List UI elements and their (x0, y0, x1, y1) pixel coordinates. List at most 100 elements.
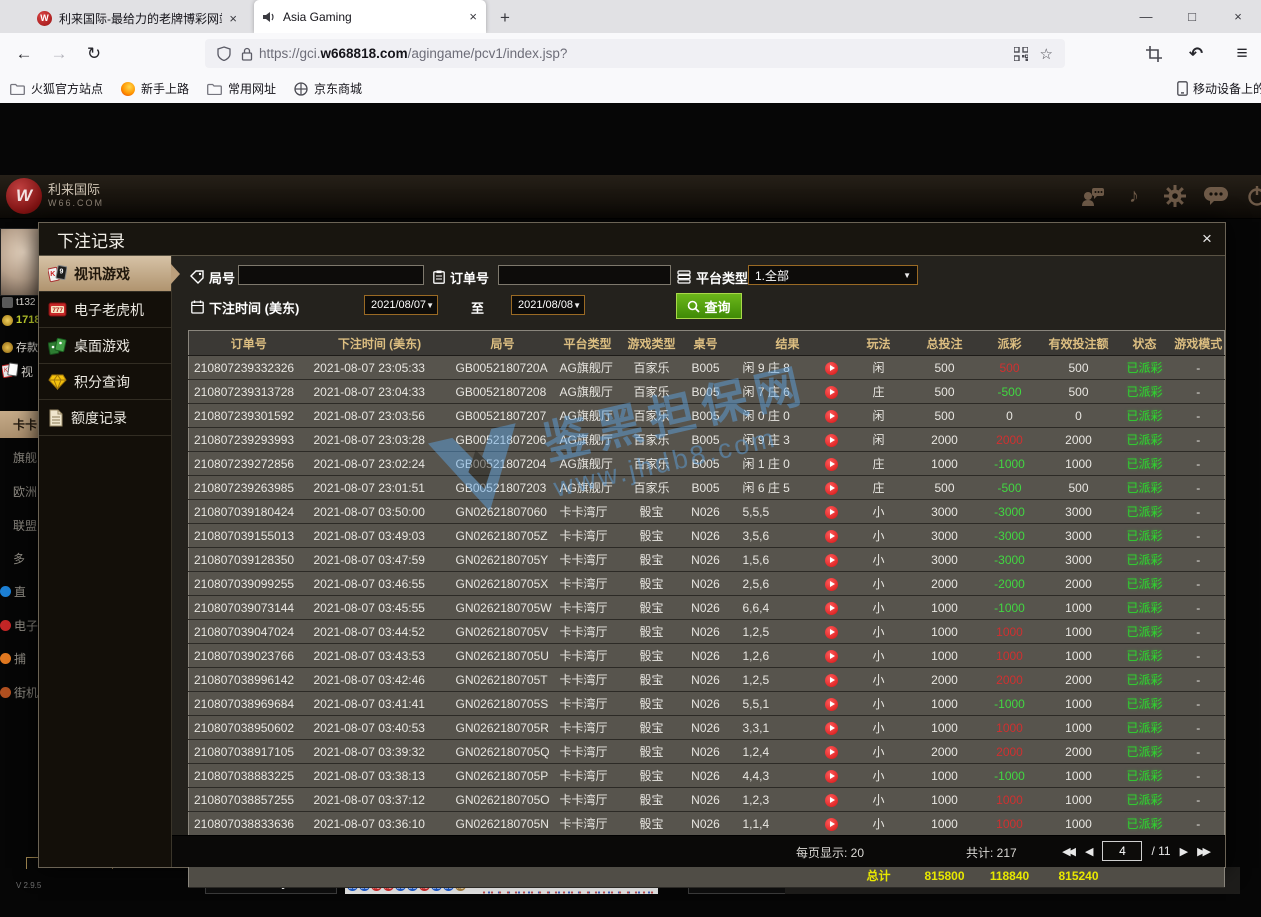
sidebar-item-highlight[interactable]: 卡卡 (0, 411, 38, 438)
qr-code-icon[interactable] (1014, 47, 1028, 61)
lock-icon[interactable] (241, 47, 253, 61)
sidebar-item-4[interactable]: 多 (0, 550, 38, 567)
menu-item-1[interactable]: K9视讯游戏 (39, 256, 171, 292)
video-category-row[interactable]: K 视 (2, 362, 33, 380)
replay-play-icon[interactable] (825, 410, 838, 423)
menu-item-2[interactable]: 777电子老虎机 (39, 292, 171, 328)
url-text[interactable]: https://gci.w668818.com/agingame/pcv1/in… (259, 46, 1014, 61)
page-number-input[interactable] (1102, 841, 1142, 861)
replay-play-icon[interactable] (825, 626, 838, 639)
search-button[interactable]: 查询 (676, 293, 742, 319)
user-avatar[interactable] (0, 228, 40, 296)
replay-play-icon[interactable] (825, 770, 838, 783)
table-games-icon (48, 337, 67, 355)
replay-play-icon[interactable] (825, 674, 838, 687)
tab-close-icon[interactable]: × (229, 11, 237, 26)
first-page-button[interactable]: ◀◀ (1062, 845, 1076, 858)
table-row: 2108070390470242021-08-07 03:44:52GN0262… (189, 620, 1225, 644)
cell-round: GN0262180705T (451, 668, 555, 692)
cell-result: 1,2,3 (729, 788, 817, 812)
menu-item-3[interactable]: 桌面游戏 (39, 328, 171, 364)
replay-play-icon[interactable] (825, 482, 838, 495)
replay-play-icon[interactable] (825, 386, 838, 399)
column-header: 平台类型 (555, 331, 621, 356)
replay-play-icon[interactable] (825, 746, 838, 759)
cell-game: 百家乐 (621, 356, 683, 380)
sidebar-item-7[interactable]: 捕 (0, 650, 38, 667)
cell-order: 210807039023766 (189, 644, 309, 668)
hamburger-menu-icon[interactable]: ≡ (1228, 33, 1256, 74)
cell-status: 已派彩 (1117, 524, 1173, 548)
column-header: 结果 (729, 331, 847, 356)
bookmark-item-3[interactable]: 常用网址 (207, 80, 276, 97)
cell-round: GN02621807060 (451, 500, 555, 524)
cell-result: 3,3,1 (729, 716, 817, 740)
mobile-bookmarks[interactable]: 移动设备上的书签 (1177, 80, 1261, 97)
replay-play-icon[interactable] (825, 794, 838, 807)
cell-total-bet: 1000 (911, 716, 979, 740)
replay-play-icon[interactable] (825, 722, 838, 735)
reload-button[interactable]: ↻ (80, 33, 108, 74)
replay-play-icon[interactable] (825, 650, 838, 663)
menu-item-5[interactable]: 额度记录 (39, 400, 171, 436)
customer-service-icon[interactable] (1081, 184, 1105, 208)
sidebar-item-5[interactable]: 直 (0, 583, 38, 600)
cell-valid-bet: 3000 (1041, 500, 1117, 524)
forward-button[interactable]: → (45, 33, 73, 74)
bookmark-item-4[interactable]: 京东商城 (294, 80, 362, 97)
replay-play-icon[interactable] (825, 434, 838, 447)
platform-select[interactable]: 1.全部 ▼ (748, 265, 918, 285)
music-icon[interactable]: ♪ (1122, 184, 1146, 208)
sidebar-item-8[interactable]: 街机 (0, 684, 38, 701)
replay-play-icon[interactable] (825, 506, 838, 519)
cell-status: 已派彩 (1117, 644, 1173, 668)
cell-total-bet: 1000 (911, 764, 979, 788)
cell-game: 骰宝 (621, 692, 683, 716)
replay-play-icon[interactable] (825, 698, 838, 711)
history-undo-icon[interactable]: ↶ (1182, 33, 1210, 74)
sidebar-item-3[interactable]: 联盟 (0, 517, 38, 534)
shield-icon[interactable] (217, 46, 231, 61)
sidebar-item-6[interactable]: 电子 (0, 617, 38, 634)
bookmark-item-1[interactable]: 火狐官方站点 (10, 80, 103, 97)
replay-play-icon[interactable] (825, 530, 838, 543)
minimize-button[interactable]: — (1123, 9, 1169, 24)
cell-table: N026 (683, 740, 729, 764)
replay-play-icon[interactable] (825, 458, 838, 471)
date-from-select[interactable]: 2021/08/07 ▼ (364, 295, 438, 315)
prev-page-button[interactable]: ◀ (1085, 845, 1093, 858)
last-page-button[interactable]: ▶▶ (1197, 845, 1211, 858)
replay-play-icon[interactable] (825, 554, 838, 567)
chat-icon[interactable] (1204, 184, 1228, 208)
replay-play-icon[interactable] (825, 362, 838, 375)
cell-table: N026 (683, 548, 729, 572)
order-number-input[interactable] (498, 265, 671, 285)
sidebar-item-2[interactable]: 欧洲 (0, 483, 38, 500)
bookmark-star-icon[interactable]: ☆ (1040, 45, 1053, 63)
phone-icon (1177, 81, 1188, 96)
date-to-select[interactable]: 2021/08/08 ▼ (511, 295, 585, 315)
tab-lilai[interactable]: W 利来国际-最给力的老牌博彩网站 × (28, 3, 246, 33)
deposit-row[interactable]: 存款 (2, 339, 38, 355)
cell-total-bet: 3000 (911, 500, 979, 524)
screenshot-crop-icon[interactable] (1140, 33, 1168, 74)
tab-close-icon[interactable]: × (469, 9, 477, 24)
modal-close-icon[interactable]: × (1189, 229, 1225, 249)
round-number-input[interactable] (238, 265, 424, 285)
replay-play-icon[interactable] (825, 602, 838, 615)
bookmark-item-2[interactable]: 新手上路 (121, 80, 189, 97)
sidebar-item-1[interactable]: 旗舰 (0, 449, 38, 466)
cell-round: GN0262180705S (451, 692, 555, 716)
settings-gear-icon[interactable] (1163, 184, 1187, 208)
maximize-button[interactable]: □ (1169, 9, 1215, 24)
back-button[interactable]: ← (10, 33, 38, 74)
address-bar[interactable]: https://gci.w668818.com/agingame/pcv1/in… (205, 39, 1065, 68)
replay-play-icon[interactable] (825, 578, 838, 591)
menu-item-4[interactable]: 积分查询 (39, 364, 171, 400)
close-window-button[interactable]: × (1215, 9, 1261, 24)
power-icon[interactable] (1245, 184, 1261, 208)
replay-play-icon[interactable] (825, 818, 838, 831)
tab-asia-gaming[interactable]: Asia Gaming × (254, 0, 486, 33)
next-page-button[interactable]: ▶ (1180, 845, 1188, 858)
new-tab-button[interactable]: + (500, 8, 510, 33)
